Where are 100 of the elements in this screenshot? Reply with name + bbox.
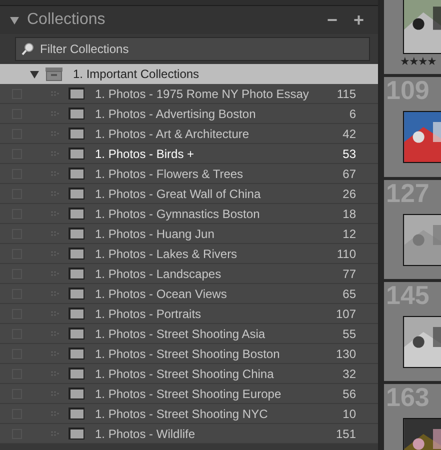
collection-icon bbox=[68, 187, 85, 200]
grip-icon[interactable] bbox=[50, 350, 60, 358]
collection-name: 1. Photos - Advertising Boston bbox=[95, 106, 257, 122]
star-icon: ★ bbox=[400, 56, 409, 68]
collection-icon bbox=[68, 327, 85, 340]
collection-row[interactable]: 1. Photos - Street Shooting Boston 130 bbox=[0, 344, 378, 364]
collection-icon bbox=[68, 407, 85, 420]
add-button[interactable]: + bbox=[349, 11, 368, 29]
collection-icon bbox=[68, 287, 85, 300]
grip-icon[interactable] bbox=[50, 210, 60, 218]
collection-name: 1. Photos - Landscapes bbox=[95, 266, 222, 282]
collection-name: 1. Photos - Portraits bbox=[95, 306, 202, 322]
collection-row[interactable]: 1. Photos - Street Shooting Asia 55 bbox=[0, 324, 378, 344]
collection-icon bbox=[68, 207, 85, 220]
collection-name: 1. Photos - Flowers & Trees bbox=[95, 166, 244, 182]
photo-count: 151 bbox=[334, 426, 356, 442]
collection-row[interactable]: 1. Photos - Wildlife 151 bbox=[0, 424, 378, 444]
grip-icon[interactable] bbox=[50, 170, 60, 178]
disclosure-triangle-icon[interactable] bbox=[10, 16, 19, 24]
collection-icon bbox=[68, 247, 85, 260]
star-icon: ★ bbox=[418, 56, 427, 68]
collection-set-name: 1. Important Collections bbox=[73, 66, 200, 83]
collection-name: 1. Photos - Ocean Views bbox=[95, 286, 228, 302]
photo-count: 65 bbox=[342, 286, 356, 302]
collection-row[interactable]: 1. Photos - Birds + 53 bbox=[0, 144, 378, 164]
grip-icon[interactable] bbox=[50, 110, 60, 118]
remove-button[interactable]: − bbox=[322, 11, 342, 29]
collection-row[interactable]: 1. Photos - Gymnastics Boston 18 bbox=[0, 204, 378, 224]
collection-name: 1. Photos - Street Shooting Asia bbox=[95, 326, 266, 342]
grip-icon[interactable] bbox=[50, 270, 60, 278]
photo-count: 18 bbox=[342, 206, 356, 222]
collection-row[interactable]: 1. Photos - Ocean Views 65 bbox=[0, 284, 378, 304]
photo-count: 107 bbox=[334, 306, 356, 322]
panel-title: Collections bbox=[27, 10, 106, 30]
collection-name: 1. Photos - Street Shooting NYC bbox=[95, 406, 269, 422]
collection-name: 1. Photos - Street Shooting Boston bbox=[95, 346, 281, 362]
collection-icon bbox=[68, 387, 85, 400]
grip-icon[interactable] bbox=[50, 390, 60, 398]
grip-icon[interactable] bbox=[50, 330, 60, 338]
grip-icon[interactable] bbox=[50, 90, 60, 98]
collection-set-row[interactable]: 1. Important Collections bbox=[0, 64, 378, 84]
collection-row[interactable]: 1. Photos - Huang Jun 12 bbox=[0, 224, 378, 244]
grip-icon[interactable] bbox=[50, 150, 60, 158]
photo-count: 55 bbox=[342, 326, 356, 342]
collection-icon bbox=[68, 267, 85, 280]
photo-count: 56 bbox=[342, 386, 356, 402]
star-icon: ★ bbox=[409, 56, 418, 68]
photo-count: 53 bbox=[342, 146, 356, 162]
collection-name: 1. Photos - Gymnastics Boston bbox=[95, 206, 261, 222]
collection-row[interactable]: 1. Photos - Landscapes 77 bbox=[0, 264, 378, 284]
box-icon bbox=[45, 67, 63, 81]
collection-icon bbox=[68, 227, 85, 240]
star-icon: ★ bbox=[427, 56, 436, 68]
grip-icon[interactable] bbox=[50, 310, 60, 318]
collection-name: 1. Photos - Street Shooting Europe bbox=[95, 386, 282, 402]
collection-name: 1. Photos - 1975 Rome NY Photo Essay bbox=[95, 86, 310, 102]
collection-row[interactable]: 1. Photos - Art & Architecture 42 bbox=[0, 124, 378, 144]
collection-row[interactable]: 1. Photos - 1975 Rome NY Photo Essay 115 bbox=[0, 84, 378, 104]
grip-icon[interactable] bbox=[50, 410, 60, 418]
collection-row[interactable]: 1. Photos - Street Shooting China 32 bbox=[0, 364, 378, 384]
collection-name: 1. Photos - Lakes & Rivers bbox=[95, 246, 238, 262]
collection-icon bbox=[68, 367, 85, 380]
collection-icon bbox=[68, 427, 85, 440]
photo-count: 42 bbox=[342, 126, 356, 142]
collection-row[interactable]: 1. Photos - Great Wall of China 26 bbox=[0, 184, 378, 204]
collection-icon bbox=[68, 107, 85, 120]
photo-count: 10 bbox=[342, 406, 356, 422]
collection-name: 1. Photos - Great Wall of China bbox=[95, 186, 262, 202]
collection-name: 1. Photos - Wildlife bbox=[95, 426, 196, 442]
collection-name: 1. Photos - Art & Architecture bbox=[95, 126, 250, 142]
grip-icon[interactable] bbox=[50, 430, 60, 438]
collection-row[interactable]: 1. Photos - Flowers & Trees 67 bbox=[0, 164, 378, 184]
collection-icon bbox=[68, 307, 85, 320]
grip-icon[interactable] bbox=[50, 230, 60, 238]
grip-icon[interactable] bbox=[50, 370, 60, 378]
collection-icon bbox=[68, 87, 85, 100]
collection-icon bbox=[68, 147, 85, 160]
photo-count: 77 bbox=[342, 266, 356, 282]
collection-row[interactable]: 1. Photos - Street Shooting Europe 56 bbox=[0, 384, 378, 404]
photo-count: 12 bbox=[342, 226, 356, 242]
collection-row[interactable]: 1. Photos - Street Shooting NYC 10 bbox=[0, 404, 378, 424]
photo-count: 26 bbox=[342, 186, 356, 202]
collection-name: 1. Photos - Huang Jun bbox=[95, 226, 216, 242]
grip-icon[interactable] bbox=[50, 290, 60, 298]
collection-icon bbox=[68, 127, 85, 140]
grip-icon[interactable] bbox=[50, 250, 60, 258]
photo-count: 67 bbox=[342, 166, 356, 182]
photo-count: 110 bbox=[336, 246, 356, 262]
collection-row[interactable]: 1. Photos - Advertising Boston 6 bbox=[0, 104, 378, 124]
collection-icon bbox=[68, 167, 85, 180]
filter-field[interactable]: Filter Collections bbox=[15, 37, 370, 61]
grip-icon[interactable] bbox=[50, 190, 60, 198]
collection-row[interactable]: 1. Photos - Portraits 107 bbox=[0, 304, 378, 324]
disclosure-triangle-icon[interactable] bbox=[30, 70, 39, 78]
photo-count: 6 bbox=[348, 106, 356, 122]
grip-icon[interactable] bbox=[50, 130, 60, 138]
collection-name: 1. Photos - Street Shooting China bbox=[95, 366, 275, 382]
grid-cell[interactable]: ★★★★ bbox=[384, 0, 441, 74]
collection-row[interactable]: 1. Photos - Lakes & Rivers 110 bbox=[0, 244, 378, 264]
photo-count: 115 bbox=[336, 86, 356, 102]
